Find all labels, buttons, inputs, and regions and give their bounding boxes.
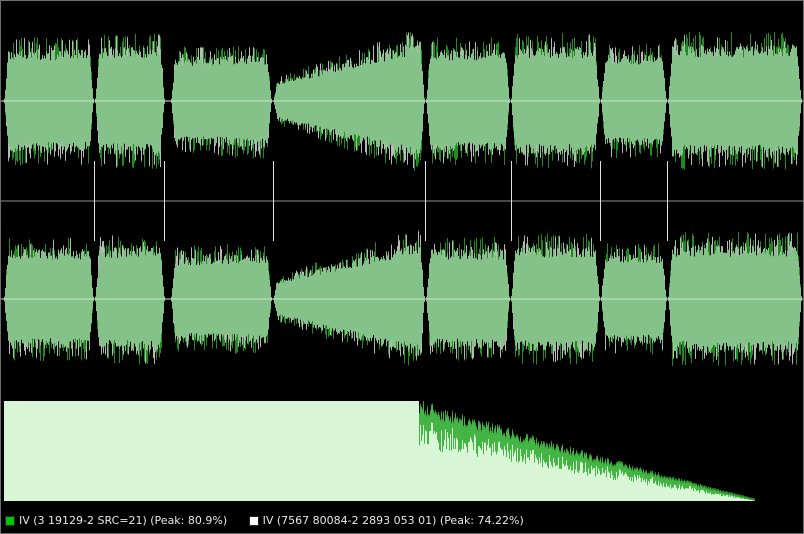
legend: IV (3 19129-2 SRC=21) (Peak: 80.9%) IV (… (1, 509, 803, 533)
spectrum-panel (4, 400, 755, 501)
waveform-viewer: IV (3 19129-2 SRC=21) (Peak: 80.9%) IV (… (0, 0, 804, 534)
legend-label-track-b: IV (7567 80084-2 2893 053 01) (Peak: 74.… (262, 514, 524, 527)
waveform-display[interactable] (1, 1, 803, 508)
legend-item-track-b: IV (7567 80084-2 2893 053 01) (Peak: 74.… (248, 509, 524, 533)
spectrum-bars (4, 401, 755, 501)
channel-right (1, 230, 803, 366)
legend-label-track-a: IV (3 19129-2 SRC=21) (Peak: 80.9%) (19, 514, 228, 527)
track-a-color-swatch (5, 516, 15, 526)
legend-item-track-a: IV (3 19129-2 SRC=21) (Peak: 80.9%) (5, 509, 227, 533)
channel-left (1, 31, 803, 171)
track-b-color-swatch (248, 516, 259, 526)
